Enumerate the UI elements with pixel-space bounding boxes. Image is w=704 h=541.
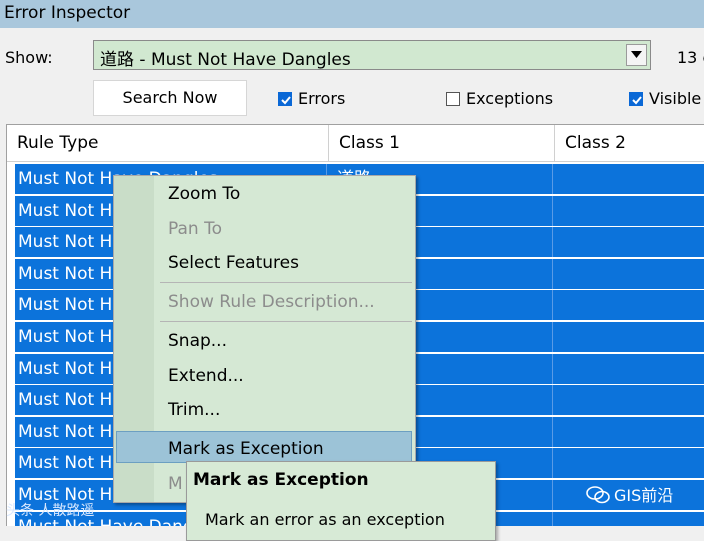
cell-class-2 [555,164,704,194]
visible-extent-checkbox-box[interactable] [629,92,643,106]
tooltip-title: Mark as Exception [193,470,369,490]
cell-class-2 [555,448,704,478]
context-menu: Zoom To Pan To Select Features Show Rule… [113,175,416,503]
menu-item-trim[interactable]: Trim... [168,400,220,420]
column-header-rule-type[interactable]: Rule Type [7,125,329,161]
show-dropdown-value: 道路 - Must Not Have Dangles [100,50,351,70]
watermark-right: GIS前沿 [586,482,673,506]
errors-checkbox-label: Errors [298,89,346,108]
cell-class-2 [555,385,704,415]
cell-class-2 [555,417,704,447]
column-header-class-1[interactable]: Class 1 [329,125,555,161]
menu-item-zoom-to[interactable]: Zoom To [168,184,240,204]
cell-class-2 [555,512,704,526]
cell-class-2 [555,290,704,320]
show-label: Show: [5,48,53,67]
table-header: Rule Type Class 1 Class 2 [7,125,704,162]
check-icon [632,96,642,105]
cell-class-2 [555,354,704,384]
tooltip: Mark as Exception Mark an error as an ex… [186,461,496,541]
column-header-class-2[interactable]: Class 2 [555,125,704,161]
dropdown-arrow-button[interactable] [626,44,647,66]
search-now-button[interactable]: Search Now [93,80,247,116]
window-title: Error Inspector [4,3,131,23]
exceptions-checkbox-label: Exceptions [466,89,554,108]
menu-item-pan-to: Pan To [168,219,222,239]
menu-separator [160,321,412,322]
title-bar: Error Inspector [0,0,704,28]
cell-class-2 [555,259,704,289]
exceptions-checkbox-box[interactable] [446,92,460,106]
visible-extent-checkbox-label: Visible E [649,89,704,108]
error-count: 13 e [677,48,704,67]
check-icon [281,96,291,105]
toolbar: Show: 道路 - Must Not Have Dangles 13 e Se… [0,28,704,122]
menu-item-extend[interactable]: Extend... [168,366,244,386]
menu-separator [160,282,412,283]
watermark-left: 头条 人散路遥 [6,503,95,519]
menu-item-show-rule-description: Show Rule Description... [168,292,375,312]
menu-item-snap[interactable]: Snap... [168,331,227,351]
cell-class-2 [555,227,704,257]
chevron-down-icon [631,51,642,58]
errors-checkbox-box[interactable] [278,92,292,106]
errors-checkbox[interactable]: Errors [278,89,346,108]
cell-class-2 [555,196,704,226]
menu-item-select-features[interactable]: Select Features [168,253,299,273]
menu-item-partial[interactable]: M [168,474,183,494]
wechat-icon [586,486,610,504]
exceptions-checkbox[interactable]: Exceptions [446,89,554,108]
tooltip-description: Mark an error as an exception [205,510,445,529]
menu-item-mark-as-exception[interactable]: Mark as Exception [168,439,324,459]
cell-class-2 [555,322,704,352]
watermark-right-text: GIS前沿 [614,486,674,505]
show-dropdown[interactable]: 道路 - Must Not Have Dangles [93,40,651,70]
visible-extent-checkbox[interactable]: Visible E [629,89,704,108]
